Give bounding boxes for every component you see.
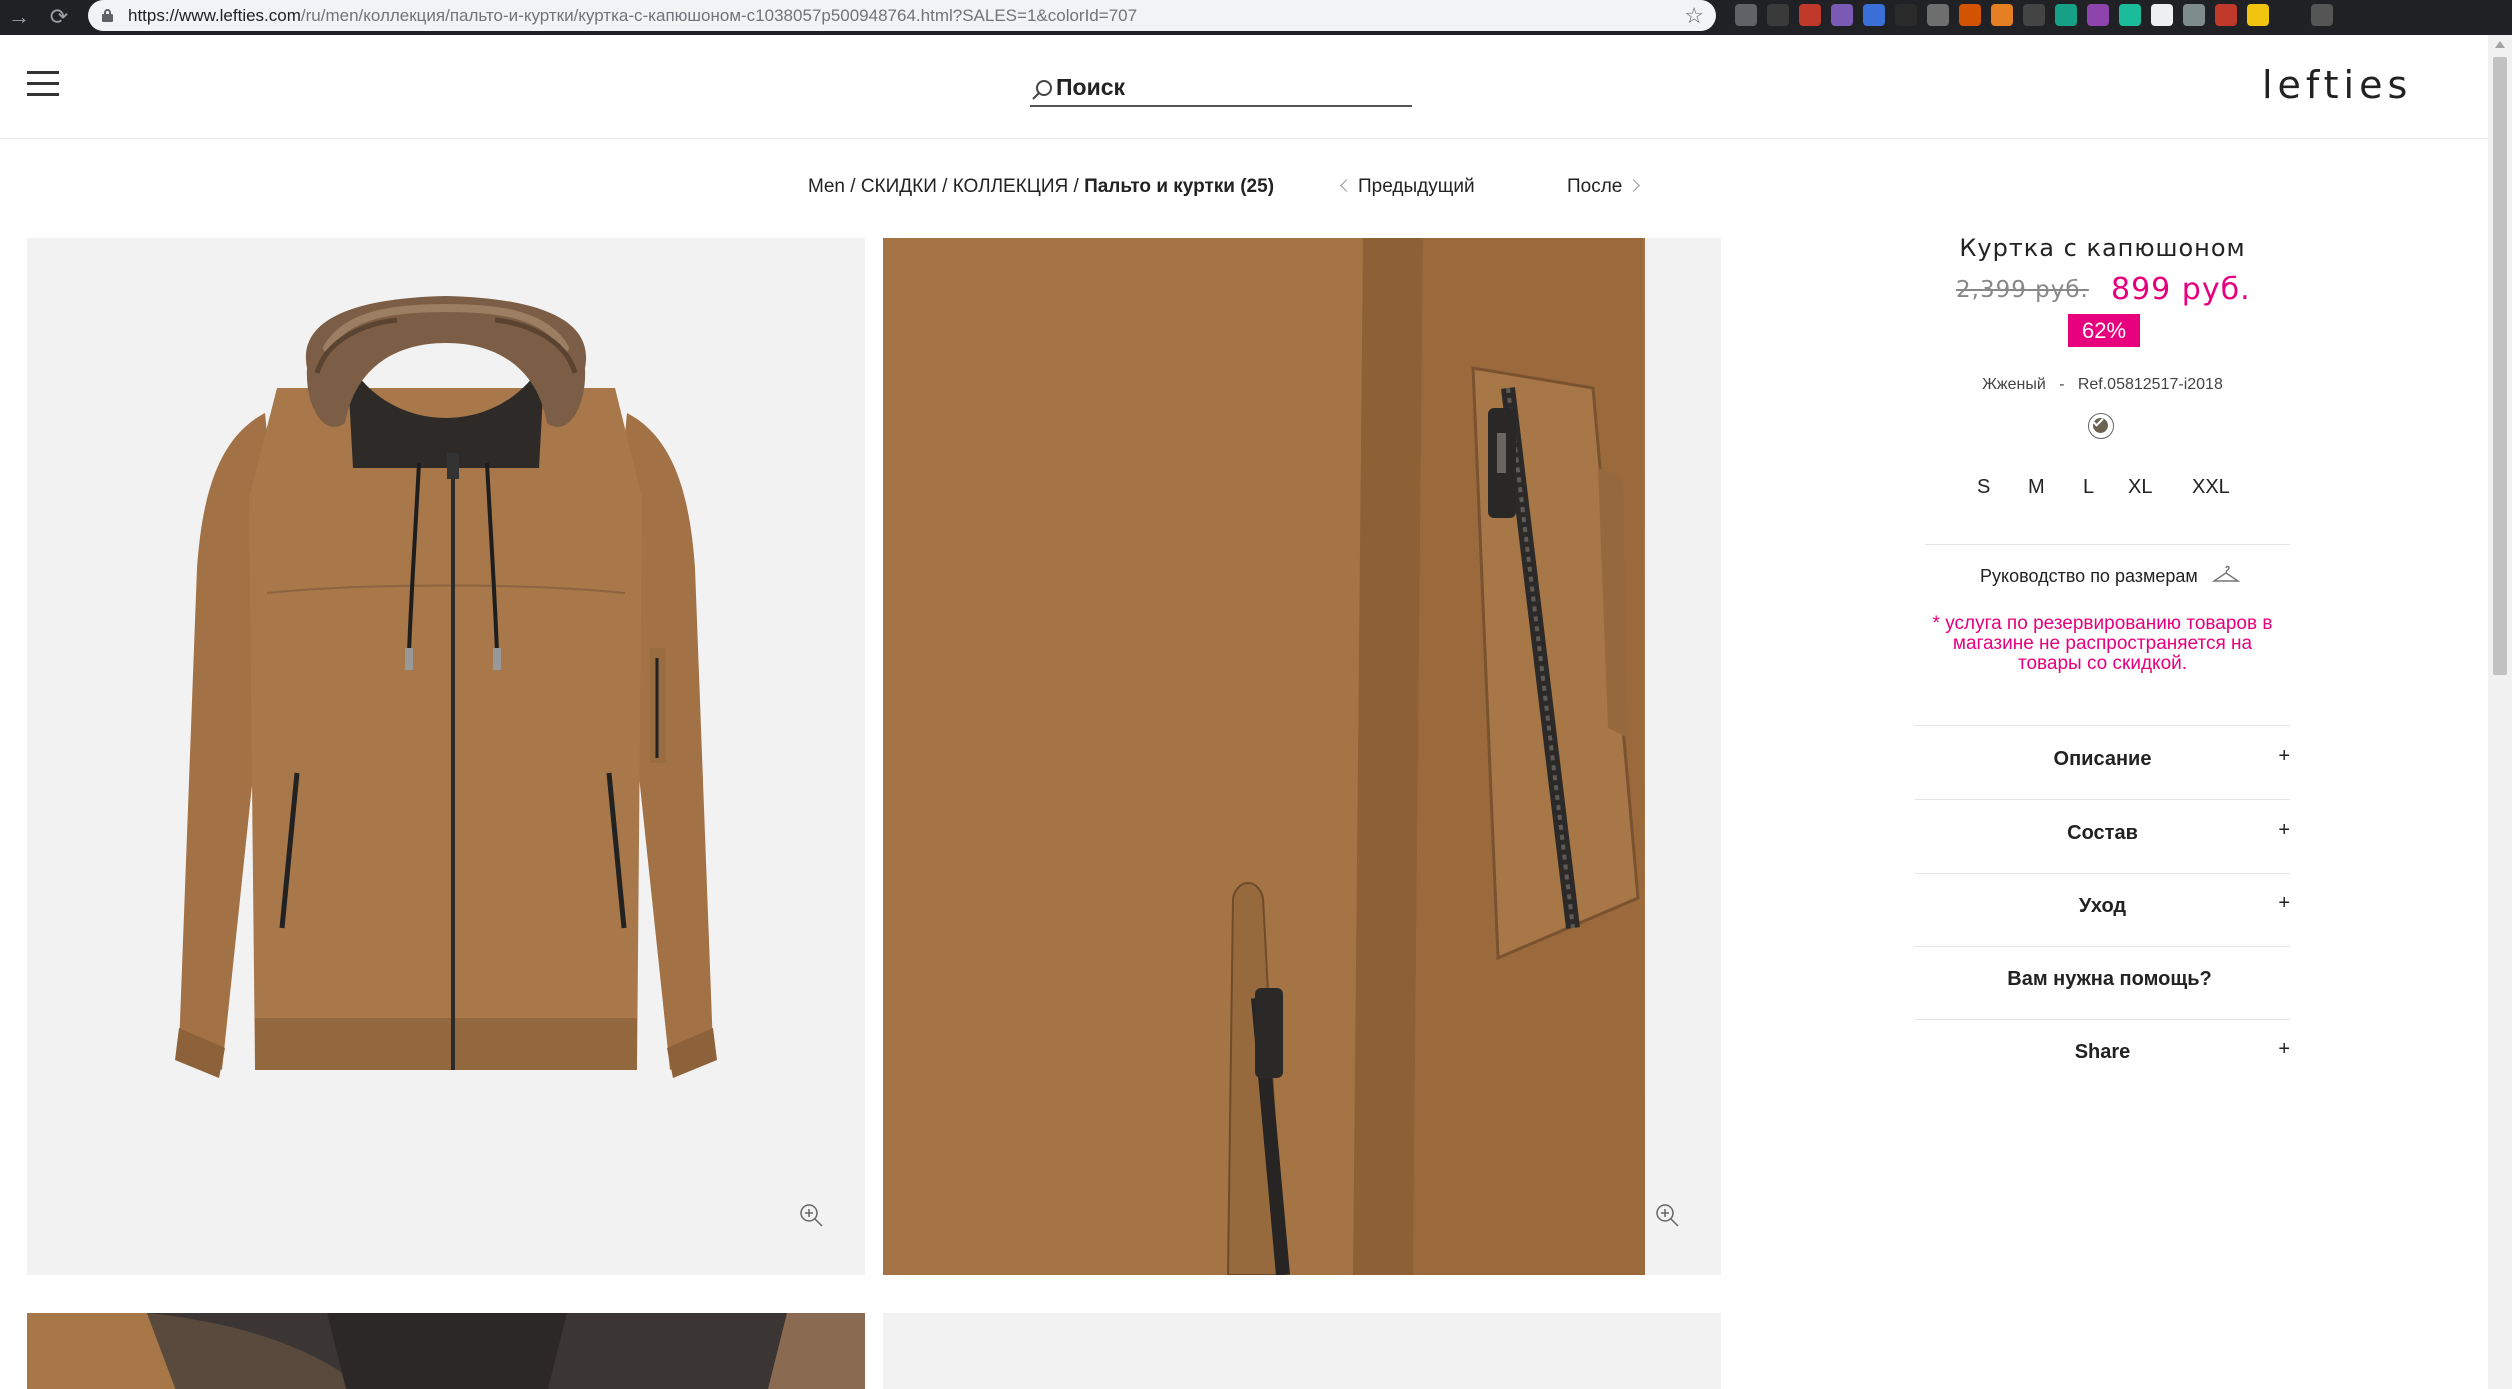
extension-icon[interactable] bbox=[2087, 4, 2109, 26]
extension-icon[interactable] bbox=[2279, 4, 2301, 26]
breadcrumb-item-sale[interactable]: СКИДКИ bbox=[861, 176, 937, 197]
extension-icon[interactable] bbox=[2215, 4, 2237, 26]
menu-icon[interactable] bbox=[27, 71, 59, 97]
zoom-in-icon[interactable] bbox=[798, 1202, 824, 1228]
url-domain: https://www.lefties.com bbox=[128, 6, 301, 25]
breadcrumb-separator: / bbox=[1068, 176, 1085, 197]
extension-icon[interactable] bbox=[2247, 4, 2269, 26]
extensions-bar bbox=[1735, 4, 2333, 30]
page-scrollbar[interactable] bbox=[2488, 35, 2512, 1389]
next-product-link[interactable]: После bbox=[1567, 176, 1641, 198]
color-and-reference: Жженый - Ref.05812517-i2018 bbox=[1915, 376, 2290, 394]
breadcrumb-separator: / bbox=[844, 176, 861, 197]
extension-icon[interactable] bbox=[1735, 4, 1757, 26]
extension-icon[interactable] bbox=[1991, 4, 2013, 26]
site-header: lefties bbox=[0, 35, 2488, 139]
plus-icon: + bbox=[2278, 819, 2290, 841]
extension-icon[interactable] bbox=[1831, 4, 1853, 26]
accordion-label: Описание bbox=[2053, 748, 2152, 770]
breadcrumb-current[interactable]: Пальто и куртки (25) bbox=[1084, 176, 1274, 197]
zoom-in-icon[interactable] bbox=[1654, 1202, 1680, 1228]
size-selector: S M L XL XXL bbox=[1915, 476, 2290, 506]
url-path: /ru/men/коллекция/пальто-и-куртки/куртка… bbox=[300, 6, 1138, 25]
browser-toolbar: → ⟳ https://www.lefties.com/ru/men/колле… bbox=[0, 0, 2512, 35]
plus-icon: + bbox=[2278, 745, 2290, 767]
accordion-help[interactable]: Вам нужна помощь? bbox=[1915, 946, 2290, 1018]
site-logo[interactable]: lefties bbox=[2262, 63, 2412, 107]
jacket-detail-image bbox=[883, 238, 1721, 1275]
previous-label: Предыдущий bbox=[1358, 176, 1475, 197]
breadcrumb-item-men[interactable]: Men bbox=[808, 176, 845, 197]
bookmark-star-icon[interactable]: ☆ bbox=[1684, 0, 1704, 31]
color-name: Жженый bbox=[1982, 376, 2046, 393]
previous-product-link[interactable]: Предыдущий bbox=[1340, 176, 1475, 198]
search-input[interactable] bbox=[1056, 71, 1396, 103]
accordion-composition[interactable]: Состав + bbox=[1915, 800, 2290, 872]
extension-icon[interactable] bbox=[1863, 4, 1885, 26]
size-option-xxl[interactable]: XXL bbox=[2192, 476, 2230, 499]
notice-line: * услуга по резервированию товаров в bbox=[1932, 613, 2273, 634]
jacket-front-image bbox=[175, 296, 717, 1078]
plus-icon: + bbox=[2278, 892, 2290, 914]
scroll-thumb[interactable] bbox=[2493, 57, 2507, 675]
accordion-share[interactable]: Share + bbox=[1915, 1019, 2290, 1091]
extension-icon[interactable] bbox=[2311, 4, 2333, 26]
extension-icon[interactable] bbox=[1895, 4, 1917, 26]
extension-icon[interactable] bbox=[2183, 4, 2205, 26]
accordion-label: Уход bbox=[2078, 895, 2127, 917]
accordion-label: Share bbox=[2074, 1041, 2131, 1063]
accordion-description[interactable]: Описание + bbox=[1915, 726, 2290, 798]
discount-badge: 62% bbox=[2068, 314, 2140, 347]
old-price: 2,399 руб. bbox=[1956, 277, 2089, 303]
extension-icon[interactable] bbox=[1767, 4, 1789, 26]
extension-icon[interactable] bbox=[2119, 4, 2141, 26]
extension-icon[interactable] bbox=[2055, 4, 2077, 26]
hanger-icon[interactable] bbox=[2212, 565, 2240, 585]
product-image-back[interactable] bbox=[883, 1313, 1721, 1389]
product-image-detail[interactable] bbox=[883, 238, 1721, 1275]
size-option-l[interactable]: L bbox=[2083, 476, 2094, 499]
breadcrumb-separator: / bbox=[936, 176, 953, 197]
extension-icon[interactable] bbox=[2151, 4, 2173, 26]
ref-separator: - bbox=[2059, 376, 2065, 393]
extension-icon[interactable] bbox=[1799, 4, 1821, 26]
search-icon bbox=[1032, 80, 1052, 100]
product-title: Куртка с капюшоном bbox=[1959, 234, 2246, 262]
divider bbox=[1925, 544, 2290, 545]
address-bar[interactable]: https://www.lefties.com/ru/men/коллекция… bbox=[88, 0, 1716, 31]
notice-line: магазине не распространяется на bbox=[1952, 633, 2253, 654]
product-image-worn[interactable] bbox=[27, 1313, 865, 1389]
search-box[interactable] bbox=[1030, 65, 1412, 107]
chevron-left-icon bbox=[1340, 179, 1353, 192]
size-option-xl[interactable]: XL bbox=[2128, 476, 2152, 499]
jacket-worn-image bbox=[27, 1313, 865, 1389]
breadcrumb-item-collection[interactable]: КОЛЛЕКЦИЯ bbox=[953, 176, 1069, 197]
sale-price: 899 руб. bbox=[2111, 272, 2251, 307]
size-option-m[interactable]: M bbox=[2028, 476, 2045, 499]
reload-icon[interactable]: ⟳ bbox=[44, 2, 74, 32]
accordion-care[interactable]: Уход + bbox=[1915, 873, 2290, 945]
plus-icon: + bbox=[2278, 1038, 2290, 1060]
breadcrumb: Men / СКИДКИ / КОЛЛЕКЦИЯ / Пальто и курт… bbox=[808, 176, 1274, 198]
chevron-right-icon bbox=[1627, 179, 1641, 192]
back-arrow-icon[interactable]: → bbox=[4, 2, 34, 32]
product-image-front[interactable] bbox=[27, 238, 865, 1275]
url-text[interactable]: https://www.lefties.com/ru/men/коллекция… bbox=[128, 0, 1137, 31]
reference-number: Ref.05812517-i2018 bbox=[2077, 376, 2223, 393]
size-guide-link[interactable]: Руководство по размерам bbox=[1980, 566, 2198, 587]
color-swatch[interactable] bbox=[2088, 413, 2114, 439]
accordion-label: Вам нужна помощь? bbox=[2007, 968, 2212, 990]
scroll-up-arrow-icon[interactable] bbox=[2495, 41, 2505, 48]
next-label: После bbox=[1567, 176, 1623, 197]
reservation-notice: * услуга по резервированию товаров в маг… bbox=[1915, 614, 2290, 674]
extension-icon[interactable] bbox=[2023, 4, 2045, 26]
accordion-label: Состав bbox=[2067, 822, 2138, 844]
extension-icon[interactable] bbox=[1927, 4, 1949, 26]
extension-icon[interactable] bbox=[1959, 4, 1981, 26]
notice-line: товары со скидкой. bbox=[2017, 653, 2188, 674]
lock-icon bbox=[102, 9, 113, 22]
size-option-s[interactable]: S bbox=[1977, 476, 1990, 499]
